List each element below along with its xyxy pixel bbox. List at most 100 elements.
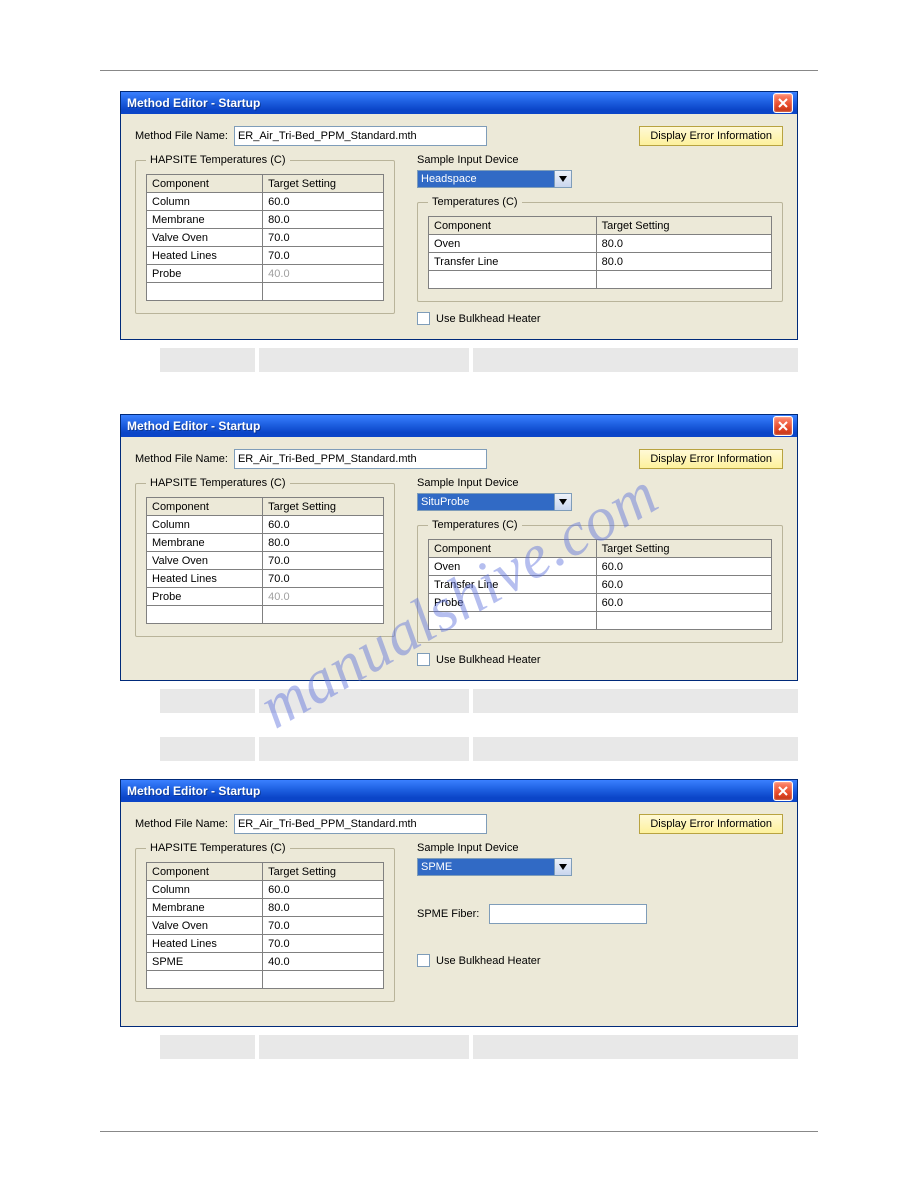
cell-component: Column: [147, 881, 263, 899]
cell-component: Oven: [429, 235, 597, 253]
cell-value[interactable]: 60.0: [596, 594, 771, 612]
cell-value[interactable]: 70.0: [263, 917, 384, 935]
temperatures-legend: Temperatures (C): [428, 519, 522, 531]
table-row: Column60.0: [147, 516, 384, 534]
cell-value[interactable]: 60.0: [596, 558, 771, 576]
titlebar[interactable]: Method Editor - Startup: [121, 415, 797, 437]
cell-component: Heated Lines: [147, 935, 263, 953]
bulkhead-checkbox[interactable]: [417, 312, 430, 325]
method-editor-window: Method Editor - Startup Method File Name…: [120, 414, 798, 681]
table-row: Transfer Line60.0: [429, 576, 772, 594]
window-title: Method Editor - Startup: [127, 96, 773, 110]
sample-input-device-combo[interactable]: Headspace: [417, 170, 572, 188]
spacer-bars: [120, 1035, 798, 1083]
chevron-down-icon[interactable]: [554, 171, 571, 187]
window-title: Method Editor - Startup: [127, 419, 773, 433]
temperatures-grid[interactable]: ComponentTarget SettingOven80.0Transfer …: [428, 216, 772, 289]
hapsite-grid-header: Target Setting: [263, 863, 384, 881]
cell-component: Transfer Line: [429, 253, 597, 271]
window-title: Method Editor - Startup: [127, 784, 773, 798]
combo-value: Headspace: [418, 171, 554, 187]
display-error-button[interactable]: Display Error Information: [639, 126, 783, 146]
hapsite-temps-group: HAPSITE Temperatures (C) ComponentTarget…: [135, 842, 395, 1002]
table-row: Valve Oven70.0: [147, 552, 384, 570]
hapsite-grid-header: Component: [147, 175, 263, 193]
table-row: Column60.0: [147, 193, 384, 211]
spacer-bars: [120, 348, 798, 396]
titlebar[interactable]: Method Editor - Startup: [121, 780, 797, 802]
hapsite-temps-legend: HAPSITE Temperatures (C): [146, 842, 290, 854]
hapsite-grid[interactable]: ComponentTarget SettingColumn60.0Membran…: [146, 497, 384, 624]
table-row: Probe40.0: [147, 588, 384, 606]
table-row: Valve Oven70.0: [147, 229, 384, 247]
temperatures-grid-header: Component: [429, 217, 597, 235]
hapsite-grid-header: Target Setting: [263, 175, 384, 193]
cell-value[interactable]: 70.0: [263, 552, 384, 570]
cell-value[interactable]: 40.0: [263, 588, 384, 606]
hapsite-temps-legend: HAPSITE Temperatures (C): [146, 477, 290, 489]
method-file-label: Method File Name:: [135, 453, 228, 465]
temperatures-grid-header: Component: [429, 540, 597, 558]
bulkhead-label: Use Bulkhead Heater: [436, 654, 541, 666]
cell-component: Column: [147, 516, 263, 534]
hapsite-temps-legend: HAPSITE Temperatures (C): [146, 154, 290, 166]
cell-value[interactable]: 80.0: [596, 253, 771, 271]
cell-value[interactable]: 60.0: [596, 576, 771, 594]
table-row: Membrane80.0: [147, 211, 384, 229]
close-button[interactable]: [773, 93, 793, 113]
sample-input-device-combo[interactable]: SituProbe: [417, 493, 572, 511]
cell-value[interactable]: 40.0: [263, 953, 384, 971]
bulkhead-label: Use Bulkhead Heater: [436, 955, 541, 967]
cell-component: Membrane: [147, 211, 263, 229]
cell-component: Transfer Line: [429, 576, 597, 594]
display-error-button[interactable]: Display Error Information: [639, 814, 783, 834]
cell-value[interactable]: 80.0: [263, 534, 384, 552]
method-file-input[interactable]: [234, 126, 487, 146]
display-error-button[interactable]: Display Error Information: [639, 449, 783, 469]
hapsite-grid[interactable]: ComponentTarget SettingColumn60.0Membran…: [146, 862, 384, 989]
cell-value[interactable]: 70.0: [263, 247, 384, 265]
titlebar[interactable]: Method Editor - Startup: [121, 92, 797, 114]
bulkhead-checkbox[interactable]: [417, 954, 430, 967]
table-row: Transfer Line80.0: [429, 253, 772, 271]
table-row: Membrane80.0: [147, 899, 384, 917]
spme-fiber-label: SPME Fiber:: [417, 908, 479, 920]
table-row: Heated Lines70.0: [147, 247, 384, 265]
cell-value[interactable]: 80.0: [596, 235, 771, 253]
temperatures-group: Temperatures (C) ComponentTarget Setting…: [417, 196, 783, 302]
table-row: Heated Lines70.0: [147, 570, 384, 588]
cell-component: SPME: [147, 953, 263, 971]
hapsite-grid-header: Target Setting: [263, 498, 384, 516]
cell-value[interactable]: 70.0: [263, 570, 384, 588]
method-file-input[interactable]: [234, 449, 487, 469]
chevron-down-icon[interactable]: [554, 494, 571, 510]
cell-component: Heated Lines: [147, 570, 263, 588]
bulkhead-checkbox[interactable]: [417, 653, 430, 666]
cell-value[interactable]: 60.0: [263, 193, 384, 211]
cell-value[interactable]: 60.0: [263, 881, 384, 899]
cell-value[interactable]: 80.0: [263, 899, 384, 917]
close-button[interactable]: [773, 416, 793, 436]
cell-value[interactable]: 60.0: [263, 516, 384, 534]
hapsite-grid-header: Component: [147, 863, 263, 881]
method-file-label: Method File Name:: [135, 130, 228, 142]
method-file-input[interactable]: [234, 814, 487, 834]
sample-input-device-combo[interactable]: SPME: [417, 858, 572, 876]
hapsite-grid[interactable]: ComponentTarget SettingColumn60.0Membran…: [146, 174, 384, 301]
method-file-label: Method File Name:: [135, 818, 228, 830]
hapsite-grid-header: Component: [147, 498, 263, 516]
temperatures-grid[interactable]: ComponentTarget SettingOven60.0Transfer …: [428, 539, 772, 630]
chevron-down-icon[interactable]: [554, 859, 571, 875]
cell-value[interactable]: 40.0: [263, 265, 384, 283]
cell-component: Probe: [429, 594, 597, 612]
cell-value[interactable]: 70.0: [263, 229, 384, 247]
sample-input-device-label: Sample Input Device: [417, 154, 783, 166]
close-button[interactable]: [773, 781, 793, 801]
combo-value: SPME: [418, 859, 554, 875]
table-row: SPME40.0: [147, 953, 384, 971]
cell-value[interactable]: 80.0: [263, 211, 384, 229]
cell-component: Probe: [147, 265, 263, 283]
table-row: Probe40.0: [147, 265, 384, 283]
spme-fiber-input[interactable]: [489, 904, 647, 924]
cell-value[interactable]: 70.0: [263, 935, 384, 953]
